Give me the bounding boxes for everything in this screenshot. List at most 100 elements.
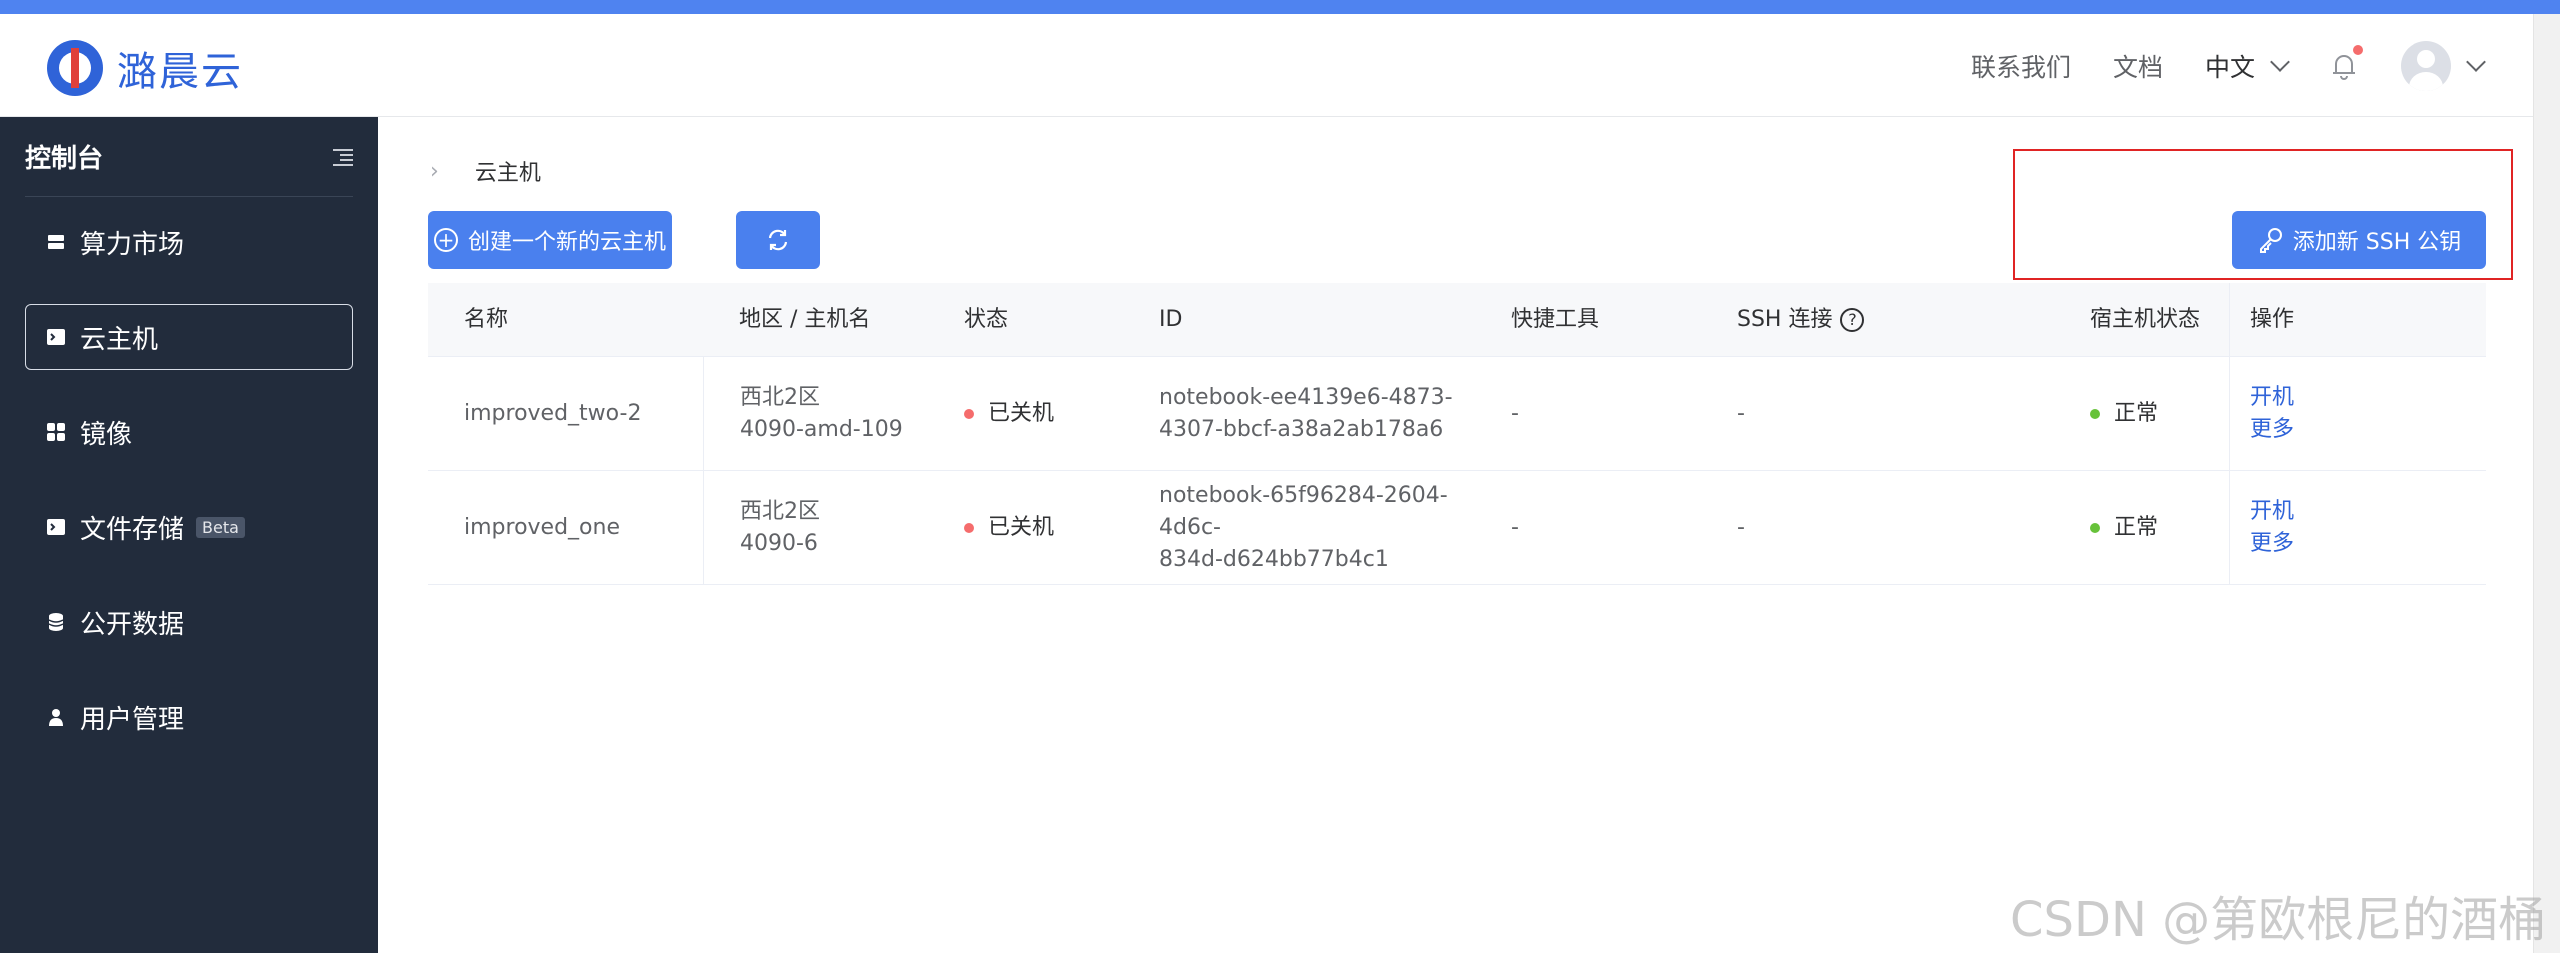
col-status: 状态 (964, 306, 1009, 332)
ssh-cell: - (1737, 514, 1745, 540)
id-line-2: 834d-d624bb77b4c1 (1159, 546, 1389, 572)
sidebar-title: 控制台 (25, 144, 104, 174)
more-link[interactable]: 更多 (2250, 414, 2486, 446)
sidebar-item-label: 云主机 (80, 324, 159, 355)
docs-link[interactable]: 文档 (2113, 48, 2163, 84)
col-tools: 快捷工具 (1511, 306, 1600, 332)
status-dot (2090, 408, 2100, 419)
header: 潞晨云 联系我们 文档 中文 (0, 14, 2533, 117)
watermark: CSDN @第欧根尼的酒桶 (2010, 892, 2547, 948)
user-icon (46, 707, 66, 727)
host-status-cell: 正常 (2054, 398, 2229, 430)
col-host-status: 宿主机状态 (2090, 306, 2201, 332)
start-link[interactable]: 开机 (2250, 496, 2486, 528)
terminal-icon (46, 327, 66, 347)
table-row: improved_one 西北2区 4090-6 已关机 notebook-65… (428, 471, 2486, 585)
logo[interactable]: 潞晨云 (47, 39, 243, 97)
top-accent-stripe (0, 0, 2560, 14)
bell-icon[interactable] (2327, 44, 2363, 83)
key-icon (2259, 228, 2282, 253)
table-header: 名称 地区 / 主机名 状态 ID 快捷工具 SSH 连接? 宿主机状态 操作 (428, 283, 2486, 357)
sidebar-item-cloud-host[interactable]: 云主机 (25, 304, 353, 370)
col-name: 名称 (464, 306, 509, 332)
database-icon (46, 612, 66, 632)
status-cell: 已关机 (928, 398, 1123, 430)
brand-name: 潞晨云 (117, 49, 243, 95)
sidebar-item-compute-market[interactable]: 算力市场 (25, 209, 353, 275)
col-ssh: SSH 连接? (1701, 304, 2054, 336)
contact-link[interactable]: 联系我们 (1971, 48, 2071, 84)
region-cell: 西北2区 4090-amd-109 (703, 357, 928, 470)
host-name: improved_one (464, 514, 620, 540)
hosts-table: 名称 地区 / 主机名 状态 ID 快捷工具 SSH 连接? 宿主机状态 操作 … (428, 283, 2486, 585)
beta-badge: Beta (196, 516, 245, 538)
sidebar: 控制台 算力市场 云主机 镜像 文件存储 Beta 公开数据 用户管理 (0, 117, 378, 953)
host-status-cell: 正常 (2054, 512, 2229, 544)
create-host-button[interactable]: + 创建一个新的云主机 (428, 211, 672, 269)
terminal-icon (46, 517, 66, 537)
collapse-menu-icon[interactable] (333, 148, 353, 166)
sidebar-item-label: 算力市场 (80, 229, 185, 260)
scrollbar[interactable] (2533, 14, 2560, 953)
table-row: improved_two-2 西北2区 4090-amd-109 已关机 not… (428, 357, 2486, 471)
create-host-label: 创建一个新的云主机 (467, 230, 666, 255)
more-link[interactable]: 更多 (2250, 528, 2486, 560)
id-line-1: notebook-65f96284-2604-4d6c- (1159, 482, 1448, 540)
status-cell: 已关机 (928, 512, 1123, 544)
chevron-down-icon (2270, 51, 2290, 72)
col-region: 地区 / 主机名 (739, 306, 871, 332)
actions-cell: 开机 更多 (2229, 471, 2486, 584)
id-cell: notebook-ee4139e6-4873- 4307-bbcf-a38a2a… (1123, 382, 1475, 446)
user-chevron-down-icon[interactable] (2466, 51, 2486, 72)
start-link[interactable]: 开机 (2250, 382, 2486, 414)
sidebar-item-user-management[interactable]: 用户管理 (25, 684, 353, 750)
server-icon (46, 232, 66, 252)
add-ssh-key-label: 添加新 SSH 公钥 (2292, 230, 2462, 255)
status-text: 已关机 (988, 514, 1055, 540)
hostname: 4090-6 (740, 530, 818, 556)
chevron-right-icon: › (430, 158, 439, 184)
region-cell: 西北2区 4090-6 (703, 471, 928, 584)
header-right: 联系我们 文档 中文 (1971, 14, 2533, 117)
sidebar-item-label: 镜像 (80, 419, 133, 450)
region: 西北2区 (740, 498, 820, 524)
host-status-text: 正常 (2114, 514, 2159, 540)
refresh-button[interactable] (736, 211, 820, 269)
breadcrumb-current: 云主机 (474, 161, 541, 186)
id-line-2: 4307-bbcf-a38a2ab178a6 (1159, 416, 1444, 442)
col-ssh-label: SSH 连接 (1737, 306, 1833, 332)
tools-cell: - (1511, 514, 1519, 540)
plus-circle-icon: + (433, 228, 458, 252)
status-dot (964, 408, 974, 419)
col-id: ID (1159, 306, 1183, 332)
status-dot (2090, 522, 2100, 533)
sidebar-menu: 算力市场 云主机 镜像 文件存储 Beta 公开数据 用户管理 (0, 197, 378, 750)
status-dot (964, 522, 974, 533)
add-ssh-key-button[interactable]: 添加新 SSH 公钥 (2232, 211, 2486, 269)
sidebar-item-file-storage[interactable]: 文件存储 Beta (25, 494, 353, 560)
sidebar-item-images[interactable]: 镜像 (25, 399, 353, 465)
hostname: 4090-amd-109 (740, 416, 903, 442)
id-line-1: notebook-ee4139e6-4873- (1159, 384, 1453, 410)
notification-dot (2353, 44, 2363, 55)
language-label: 中文 (2204, 52, 2255, 82)
host-status-text: 正常 (2114, 400, 2159, 426)
avatar[interactable] (2401, 40, 2451, 91)
col-actions: 操作 (2229, 283, 2486, 356)
region: 西北2区 (740, 384, 820, 410)
ssh-cell: - (1737, 400, 1745, 426)
sidebar-item-public-data[interactable]: 公开数据 (25, 589, 353, 655)
sidebar-item-label: 公开数据 (80, 609, 185, 640)
host-name: improved_two-2 (464, 400, 642, 426)
language-select[interactable]: 中文 (2204, 48, 2290, 84)
actions-cell: 开机 更多 (2229, 357, 2486, 470)
help-icon[interactable]: ? (1840, 307, 1865, 332)
logo-mark-icon (47, 40, 103, 96)
breadcrumb: › 云主机 (430, 155, 541, 187)
sidebar-header: 控制台 (25, 117, 353, 197)
sidebar-item-label: 文件存储 (80, 514, 185, 545)
status-text: 已关机 (988, 400, 1055, 426)
main-content: › 云主机 + 创建一个新的云主机 添加新 SSH 公钥 名称 地区 / 主机名… (378, 117, 2533, 953)
sidebar-item-label: 用户管理 (80, 704, 185, 735)
refresh-icon (768, 229, 788, 251)
